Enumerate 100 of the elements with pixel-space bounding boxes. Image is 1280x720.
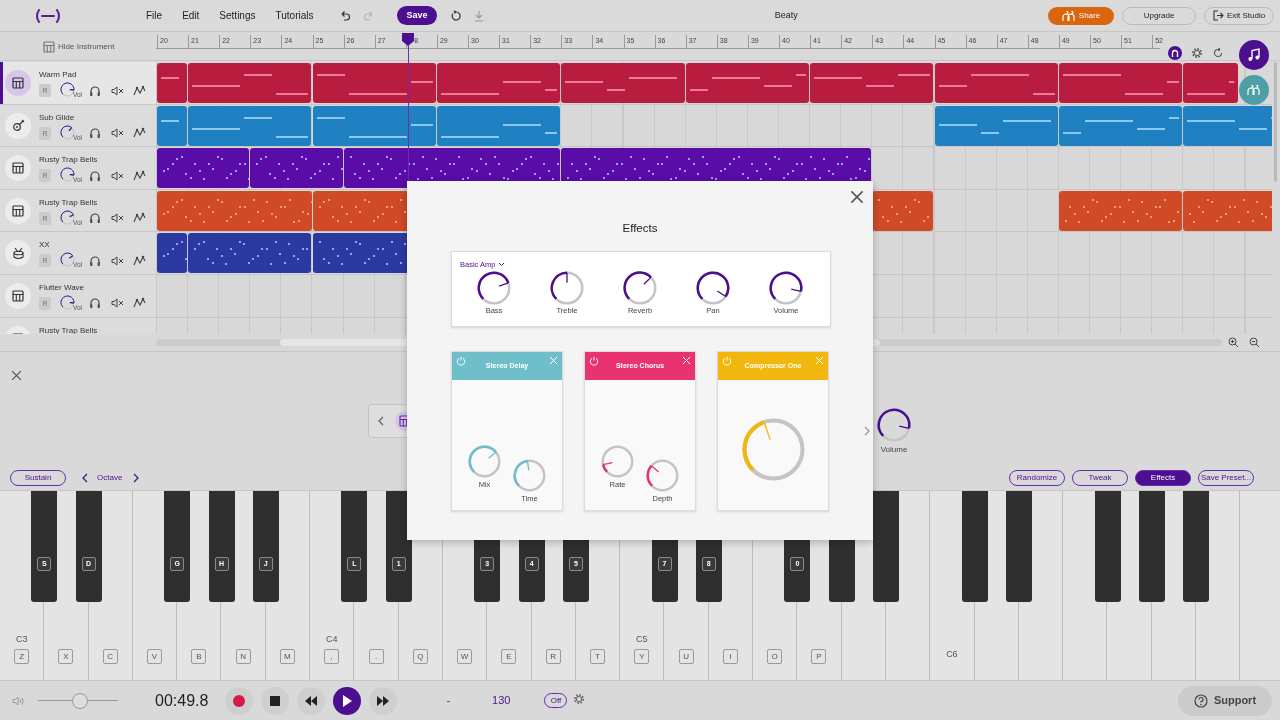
piano-key[interactable]: B: [177, 602, 221, 680]
logo-icon[interactable]: [34, 8, 62, 23]
mute-icon[interactable]: [111, 212, 124, 225]
clip[interactable]: [157, 105, 188, 146]
mute-icon[interactable]: [111, 169, 124, 182]
clip[interactable]: [1058, 63, 1183, 103]
close-icon[interactable]: [11, 370, 22, 381]
clip[interactable]: [157, 148, 250, 189]
record-button[interactable]: [225, 686, 254, 715]
next-icon[interactable]: [863, 425, 871, 436]
piano-key[interactable]: W: [442, 602, 487, 680]
automation-icon[interactable]: [133, 84, 146, 97]
piano-key[interactable]: M: [265, 602, 310, 680]
menu-item[interactable]: Edit: [182, 10, 200, 21]
stop-button[interactable]: [261, 686, 290, 715]
mute-icon[interactable]: [111, 84, 124, 97]
clip[interactable]: [1058, 105, 1183, 146]
piano-key[interactable]: N: [221, 602, 265, 680]
headphones-icon[interactable]: [89, 84, 101, 97]
automation-icon[interactable]: [133, 169, 146, 182]
piano-key[interactable]: U: [664, 602, 708, 680]
clip[interactable]: [1183, 105, 1272, 146]
effect-knob[interactable]: [601, 444, 634, 478]
mute-icon[interactable]: [111, 127, 124, 140]
piano-key[interactable]: [1094, 491, 1121, 602]
play-button[interactable]: [333, 686, 362, 715]
hide-instrument-button[interactable]: Hide Instrument: [43, 41, 115, 53]
piano-key[interactable]: P: [797, 602, 841, 680]
piano-key[interactable]: [1183, 491, 1210, 602]
piano-key[interactable]: [961, 491, 988, 602]
piano-key[interactable]: E: [487, 602, 531, 680]
piano-key[interactable]: .: [354, 602, 398, 680]
volume-slider[interactable]: [38, 692, 118, 709]
previous-icon[interactable]: [377, 416, 385, 426]
mute-icon[interactable]: [111, 254, 124, 267]
rewind-button[interactable]: [297, 686, 326, 715]
piano-key[interactable]: V: [132, 602, 177, 680]
volume-knob[interactable]: [60, 124, 75, 140]
mute-icon[interactable]: [111, 297, 124, 310]
piano-key[interactable]: [1005, 491, 1032, 602]
piano-key[interactable]: C: [88, 602, 132, 680]
clip[interactable]: [188, 105, 312, 146]
clip[interactable]: [436, 63, 561, 103]
piano-key[interactable]: C3 Z: [0, 602, 44, 680]
zoom-in-icon[interactable]: [1228, 337, 1239, 348]
headphones-icon[interactable]: [89, 297, 101, 310]
clip[interactable]: [312, 105, 436, 146]
clip[interactable]: [157, 63, 188, 103]
piano-key[interactable]: Q: [398, 602, 442, 680]
automation-icon[interactable]: [133, 127, 146, 140]
loop-icon[interactable]: [1212, 47, 1224, 59]
undo-icon[interactable]: [339, 9, 352, 22]
volume-knob[interactable]: [877, 408, 911, 442]
automation-icon[interactable]: [133, 254, 146, 267]
volume-knob[interactable]: [60, 82, 75, 97]
clip[interactable]: [810, 63, 934, 103]
amp-knob[interactable]: [550, 271, 584, 305]
piano-key[interactable]: O: [753, 602, 797, 680]
vertical-scrollbar[interactable]: [1274, 62, 1277, 182]
automation-icon[interactable]: [133, 297, 146, 310]
zoom-out-icon[interactable]: [1249, 337, 1260, 348]
fast-forward-button[interactable]: [369, 686, 398, 715]
clip[interactable]: [157, 233, 188, 274]
piano-key[interactable]: T: [575, 602, 620, 680]
clip[interactable]: [157, 190, 312, 231]
piano-key[interactable]: C6: [930, 602, 974, 680]
magnet-icon[interactable]: [1168, 46, 1182, 60]
clip[interactable]: [250, 148, 343, 189]
save-button[interactable]: Save: [397, 6, 437, 25]
piano-key[interactable]: [1138, 491, 1165, 602]
settings-icon[interactable]: [1191, 47, 1203, 59]
piano-key[interactable]: C5 Y: [620, 602, 664, 680]
clip[interactable]: [1183, 63, 1238, 103]
headphones-icon[interactable]: [89, 212, 101, 225]
playhead-marker[interactable]: [402, 33, 414, 46]
menu-item[interactable]: File: [146, 10, 163, 21]
next-octave-icon[interactable]: [132, 473, 141, 483]
headphones-icon[interactable]: [89, 254, 101, 267]
close-icon[interactable]: [850, 190, 864, 204]
clip[interactable]: [934, 63, 1058, 103]
menu-item[interactable]: Settings: [219, 10, 256, 21]
amp-knob[interactable]: [696, 271, 730, 305]
amp-knob[interactable]: [769, 271, 803, 305]
power-icon[interactable]: [589, 355, 599, 366]
clip[interactable]: [1058, 190, 1183, 231]
volume-knob[interactable]: [60, 167, 75, 183]
settings-icon[interactable]: [573, 692, 586, 705]
amp-knob[interactable]: [623, 271, 657, 305]
clip[interactable]: [934, 105, 1058, 146]
tempo-value[interactable]: 130: [492, 692, 511, 709]
volume-knob[interactable]: [60, 252, 75, 268]
effect-knob[interactable]: [646, 458, 679, 492]
piano-key[interactable]: X: [44, 602, 88, 680]
headphones-icon[interactable]: [89, 127, 101, 140]
clip[interactable]: [685, 63, 810, 103]
clip[interactable]: [188, 63, 312, 103]
piano-key[interactable]: I: [708, 602, 753, 680]
clip[interactable]: [872, 190, 934, 231]
headphones-icon[interactable]: [89, 169, 101, 182]
piano-key[interactable]: C4 ,: [310, 602, 354, 680]
